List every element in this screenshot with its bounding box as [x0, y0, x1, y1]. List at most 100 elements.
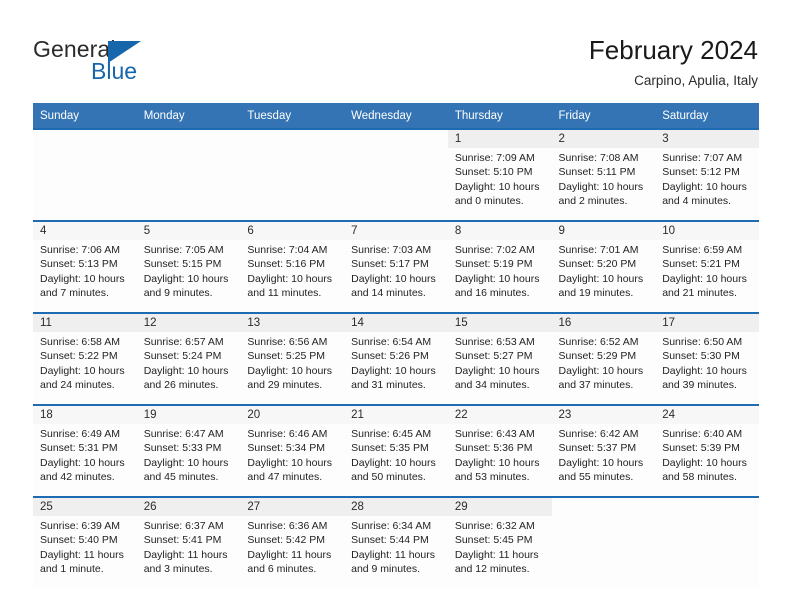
calendar-week-row: 4 Sunrise: 7:06 AM Sunset: 5:13 PM Daylight…	[33, 220, 759, 313]
day-cell-inner: 8 Sunrise: 7:02 AM Sunset: 5:19 PM Daylight…	[447, 222, 552, 312]
daylight-line-1: Daylight: 10 hours	[662, 180, 747, 193]
calendar-day-cell[interactable]: 5 Sunrise: 7:05 AM Sunset: 5:15 PM Daylight…	[136, 220, 241, 313]
day-number	[240, 130, 344, 148]
calendar-day-cell[interactable]: 3 Sunrise: 7:07 AM Sunset: 5:12 PM Daylight…	[655, 128, 759, 221]
day-number: 12	[136, 314, 241, 332]
daylight-line-1: Daylight: 10 hours	[351, 364, 436, 377]
calendar-week-row: 25 Sunrise: 6:39 AM Sunset: 5:40 PM Dayligh…	[33, 496, 759, 588]
daylight-line-1: Daylight: 10 hours	[662, 456, 747, 469]
daylight-line-2: and 12 minutes.	[454, 563, 530, 576]
calendar-day-cell[interactable]: 4 Sunrise: 7:06 AM Sunset: 5:13 PM Daylight…	[33, 220, 137, 313]
sunset-time: Sunset: 5:27 PM	[454, 350, 533, 363]
sunset-time: Sunset: 5:22 PM	[40, 350, 118, 363]
calendar-day-cell[interactable]: 6 Sunrise: 7:04 AM Sunset: 5:16 PM Daylight…	[240, 220, 345, 313]
day-details: Sunrise: 6:42 AM Sunset: 5:37 PM Daylight:…	[552, 424, 656, 485]
sunset-time: Sunset: 5:24 PM	[143, 350, 222, 363]
day-details: Sunrise: 6:52 AM Sunset: 5:29 PM Daylight:…	[552, 332, 656, 393]
day-details: Sunrise: 6:36 AM Sunset: 5:42 PM Daylight:…	[240, 516, 344, 577]
daylight-line-1: Daylight: 10 hours	[454, 364, 540, 377]
calendar-day-cell[interactable]: 29 Sunrise: 6:32 AM Sunset: 5:45 PM Dayligh…	[447, 496, 552, 588]
day-cell-inner: 18 Sunrise: 6:49 AM Sunset: 5:31 PM Dayligh…	[33, 406, 137, 496]
weekday-header-wednesday: Wednesday	[344, 103, 448, 129]
day-number: 18	[33, 406, 137, 424]
day-number	[33, 130, 137, 148]
calendar-day-cell[interactable]: 13 Sunrise: 6:56 AM Sunset: 5:25 PM Dayligh…	[240, 312, 345, 405]
calendar-day-cell[interactable]: 26 Sunrise: 6:37 AM Sunset: 5:41 PM Dayligh…	[136, 496, 241, 588]
calendar-day-cell[interactable]: 1 Sunrise: 7:09 AM Sunset: 5:10 PM Daylight…	[447, 128, 552, 221]
day-details: Sunrise: 7:03 AM Sunset: 5:17 PM Daylight:…	[344, 240, 448, 301]
calendar-day-cell[interactable]: 25 Sunrise: 6:39 AM Sunset: 5:40 PM Dayligh…	[33, 496, 137, 588]
calendar-day-cell[interactable]: 15 Sunrise: 6:53 AM Sunset: 5:27 PM Dayligh…	[447, 312, 552, 405]
day-details: Sunrise: 6:47 AM Sunset: 5:33 PM Daylight:…	[137, 424, 241, 485]
sunset-time: Sunset: 5:19 PM	[454, 258, 533, 271]
sunset-time: Sunset: 5:36 PM	[454, 442, 533, 455]
calendar-day-cell[interactable]: 16 Sunrise: 6:52 AM Sunset: 5:29 PM Dayligh…	[551, 312, 656, 405]
calendar-day-cell[interactable]: 11 Sunrise: 6:58 AM Sunset: 5:22 PM Dayligh…	[33, 312, 137, 405]
calendar-day-cell[interactable]: 22 Sunrise: 6:43 AM Sunset: 5:36 PM Dayligh…	[447, 404, 552, 497]
day-details: Sunrise: 7:07 AM Sunset: 5:12 PM Daylight:…	[655, 148, 759, 209]
calendar-day-cell[interactable]: 14 Sunrise: 6:54 AM Sunset: 5:26 PM Dayligh…	[344, 312, 448, 405]
calendar-day-cell-empty	[655, 496, 759, 588]
daylight-line-2: and 37 minutes.	[558, 379, 634, 392]
sunset-time: Sunset: 5:45 PM	[454, 534, 533, 547]
page-header: General Blue February 2024 Carpino, Apul…	[0, 0, 792, 100]
day-details: Sunrise: 7:02 AM Sunset: 5:19 PM Daylight:…	[448, 240, 552, 301]
day-details: Sunrise: 7:05 AM Sunset: 5:15 PM Daylight:…	[137, 240, 241, 301]
day-number: 27	[240, 498, 345, 516]
day-cell-inner: 11 Sunrise: 6:58 AM Sunset: 5:22 PM Dayligh…	[33, 314, 137, 404]
calendar-day-cell[interactable]: 28 Sunrise: 6:34 AM Sunset: 5:44 PM Dayligh…	[344, 496, 448, 588]
calendar-day-cell[interactable]: 12 Sunrise: 6:57 AM Sunset: 5:24 PM Dayligh…	[136, 312, 241, 405]
day-number: 26	[136, 498, 241, 516]
sunrise-time: Sunrise: 6:32 AM	[454, 520, 535, 532]
calendar-day-cell[interactable]: 17 Sunrise: 6:50 AM Sunset: 5:30 PM Dayligh…	[655, 312, 759, 405]
sunrise-time: Sunrise: 6:52 AM	[558, 336, 639, 348]
sunset-time: Sunset: 5:21 PM	[662, 258, 740, 271]
sunrise-time: Sunrise: 6:37 AM	[143, 520, 224, 532]
calendar-day-cell[interactable]: 19 Sunrise: 6:47 AM Sunset: 5:33 PM Dayligh…	[136, 404, 241, 497]
daylight-line-2: and 7 minutes.	[40, 287, 109, 300]
day-number: 1	[447, 130, 552, 148]
calendar-day-cell[interactable]: 7 Sunrise: 7:03 AM Sunset: 5:17 PM Daylight…	[344, 220, 448, 313]
day-details: Sunrise: 6:56 AM Sunset: 5:25 PM Daylight:…	[240, 332, 344, 393]
day-details: Sunrise: 7:04 AM Sunset: 5:16 PM Daylight:…	[240, 240, 344, 301]
calendar-day-cell[interactable]: 27 Sunrise: 6:36 AM Sunset: 5:42 PM Dayligh…	[240, 496, 345, 588]
daylight-line-2: and 31 minutes.	[351, 379, 426, 392]
daylight-line-2: and 16 minutes.	[454, 287, 530, 300]
day-cell-inner: 14 Sunrise: 6:54 AM Sunset: 5:26 PM Dayligh…	[344, 314, 448, 404]
calendar-day-cell[interactable]: 21 Sunrise: 6:45 AM Sunset: 5:35 PM Dayligh…	[344, 404, 448, 497]
day-number: 3	[655, 130, 759, 148]
day-cell-inner: 10 Sunrise: 6:59 AM Sunset: 5:21 PM Dayligh…	[655, 222, 759, 312]
sunrise-time: Sunrise: 6:39 AM	[40, 520, 120, 532]
calendar-day-cell[interactable]: 9 Sunrise: 7:01 AM Sunset: 5:20 PM Daylight…	[551, 220, 656, 313]
day-details: Sunrise: 6:40 AM Sunset: 5:39 PM Daylight:…	[655, 424, 759, 485]
day-number: 2	[551, 130, 656, 148]
sunset-time: Sunset: 5:30 PM	[662, 350, 740, 363]
sunrise-time: Sunrise: 6:34 AM	[351, 520, 432, 532]
brand-logo: General Blue	[33, 36, 233, 88]
calendar-day-cell[interactable]: 20 Sunrise: 6:46 AM Sunset: 5:34 PM Dayligh…	[240, 404, 345, 497]
day-cell-inner: 20 Sunrise: 6:46 AM Sunset: 5:34 PM Dayligh…	[240, 406, 345, 496]
day-details: Sunrise: 6:45 AM Sunset: 5:35 PM Daylight:…	[344, 424, 448, 485]
day-number: 15	[447, 314, 552, 332]
sunrise-time: Sunrise: 7:04 AM	[247, 244, 328, 256]
calendar-day-cell[interactable]: 10 Sunrise: 6:59 AM Sunset: 5:21 PM Dayligh…	[655, 220, 759, 313]
calendar-day-cell[interactable]: 24 Sunrise: 6:40 AM Sunset: 5:39 PM Dayligh…	[655, 404, 759, 497]
day-cell-inner: 28 Sunrise: 6:34 AM Sunset: 5:44 PM Dayligh…	[344, 498, 448, 588]
calendar-day-cell[interactable]: 18 Sunrise: 6:49 AM Sunset: 5:31 PM Dayligh…	[33, 404, 137, 497]
calendar-day-cell[interactable]: 2 Sunrise: 7:08 AM Sunset: 5:11 PM Daylight…	[551, 128, 656, 221]
daylight-line-1: Daylight: 10 hours	[558, 364, 644, 377]
brand-name-blue: Blue	[91, 58, 138, 84]
daylight-line-1: Daylight: 11 hours	[40, 548, 124, 561]
day-cell-inner	[33, 130, 137, 220]
calendar-day-cell[interactable]: 23 Sunrise: 6:42 AM Sunset: 5:37 PM Dayligh…	[551, 404, 656, 497]
daylight-line-2: and 53 minutes.	[454, 471, 530, 484]
calendar-week-row: 18 Sunrise: 6:49 AM Sunset: 5:31 PM Dayligh…	[33, 404, 759, 497]
day-number: 10	[655, 222, 759, 240]
daylight-line-1: Daylight: 10 hours	[558, 272, 644, 285]
day-number: 25	[33, 498, 137, 516]
day-details: Sunrise: 6:53 AM Sunset: 5:27 PM Daylight:…	[448, 332, 552, 393]
sunrise-time: Sunrise: 7:09 AM	[454, 152, 535, 164]
calendar-day-cell[interactable]: 8 Sunrise: 7:02 AM Sunset: 5:19 PM Daylight…	[447, 220, 552, 313]
day-number: 5	[136, 222, 241, 240]
daylight-line-2: and 14 minutes.	[351, 287, 426, 300]
